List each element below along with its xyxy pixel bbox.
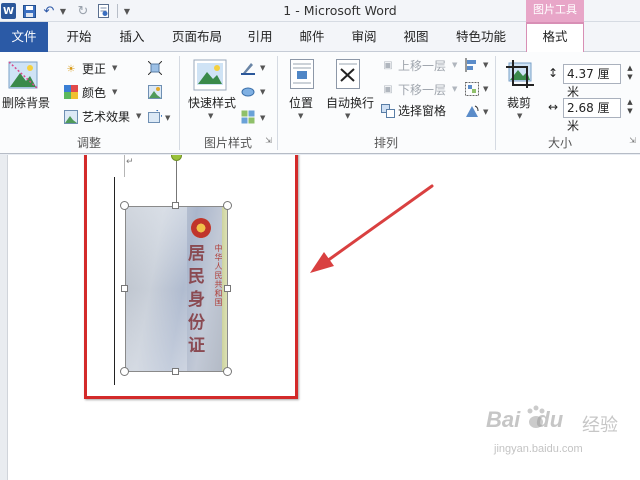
artistic-effects-dropdown-icon[interactable]: ▼ (136, 112, 141, 120)
send-backward-button[interactable]: 下移一层 (398, 81, 446, 98)
bring-forward-button[interactable]: 上移一层 (398, 57, 446, 74)
picture-border-icon[interactable] (241, 61, 255, 75)
position-button[interactable]: 位置 (289, 94, 313, 111)
save-icon[interactable] (22, 3, 36, 19)
tab-special-features[interactable]: 特色功能 (446, 22, 516, 52)
group-label-picture-styles: 图片样式 (203, 136, 252, 150)
wrap-text-icon[interactable] (334, 58, 362, 90)
selection-pane-button[interactable]: 选择窗格 (398, 102, 446, 119)
bring-forward-icon[interactable]: ▣ (381, 58, 395, 72)
picture-border-dropdown-icon[interactable]: ▼ (260, 64, 265, 72)
document-area[interactable]: ↵ 中华人民共和国 居民身份证 Bai du 经验 jingyan.baidu.c… (0, 155, 640, 480)
customize-qat-icon[interactable]: ▼ (122, 3, 132, 19)
title-bar: W ↶ ▼ ↻ ▼ 1 - Microsoft Word 图片工具 (0, 0, 640, 22)
watermark-logo: Bai du (486, 407, 563, 433)
crop-button[interactable]: 裁剪 (507, 94, 531, 111)
remove-background-icon[interactable] (8, 60, 38, 90)
color-icon[interactable] (64, 85, 78, 99)
picture-styles-dialog-launcher-icon[interactable]: ⇲ (264, 136, 273, 145)
quick-styles-icon[interactable] (192, 58, 228, 92)
watermark-url: jingyan.baidu.com (494, 443, 583, 455)
rotate-dropdown-icon[interactable]: ▼ (483, 108, 488, 116)
reset-picture-dropdown-icon[interactable]: ▼ (165, 114, 170, 122)
tab-insert[interactable]: 插入 (108, 22, 156, 52)
align-icon[interactable] (465, 58, 479, 72)
tab-format[interactable]: 格式 (526, 22, 584, 53)
picture-layout-icon[interactable] (241, 110, 255, 124)
color-dropdown-icon[interactable]: ▼ (112, 88, 117, 96)
artistic-effects-button[interactable]: 艺术效果 (82, 108, 130, 125)
bring-forward-dropdown-icon[interactable]: ▼ (452, 61, 457, 69)
quick-styles-button[interactable]: 快速样式 (188, 94, 236, 111)
tab-file[interactable]: 文件 (0, 22, 48, 52)
tab-references[interactable]: 引用 (238, 22, 282, 52)
window-title: 1 - Microsoft Word (283, 3, 397, 18)
qat-separator (117, 4, 118, 18)
corrections-icon[interactable]: ☀ (64, 62, 78, 76)
wrap-text-dropdown-icon[interactable]: ▼ (345, 112, 350, 120)
watermark-logo-bai: Bai (486, 407, 521, 432)
align-dropdown-icon[interactable]: ▼ (483, 61, 488, 69)
position-icon[interactable] (288, 58, 316, 90)
size-dialog-launcher-icon[interactable]: ⇲ (628, 136, 637, 145)
picture-tools-context-label: 图片工具 (526, 0, 584, 22)
wrap-text-button[interactable]: 自动换行 (326, 94, 374, 111)
width-field[interactable]: 2.68 厘米 (563, 98, 621, 133)
rotate-icon[interactable] (465, 104, 479, 118)
tab-home[interactable]: 开始 (54, 22, 104, 52)
word-app-icon[interactable]: W (1, 3, 16, 19)
change-picture-icon[interactable] (148, 85, 162, 99)
group-objects-icon[interactable] (465, 82, 479, 96)
picture-effects-dropdown-icon[interactable]: ▼ (260, 88, 265, 96)
tab-review[interactable]: 审阅 (342, 22, 386, 52)
vertical-scroll-strip (0, 155, 8, 480)
group-label-adjust: 调整 (76, 136, 101, 150)
group-objects-dropdown-icon[interactable]: ▼ (483, 85, 488, 93)
tab-view[interactable]: 视图 (394, 22, 438, 52)
height-stepper[interactable]: ▲ ▼ (625, 64, 635, 84)
annotation-arrow-icon (310, 184, 434, 273)
remove-background-button[interactable]: 删除背景 (2, 94, 50, 111)
picture-layout-dropdown-icon[interactable]: ▼ (260, 114, 265, 122)
group-label-arrange: 排列 (373, 136, 398, 150)
color-button[interactable]: 颜色 (82, 84, 106, 101)
quick-styles-dropdown-icon[interactable]: ▼ (208, 112, 213, 120)
selection-pane-icon[interactable] (381, 104, 395, 118)
send-backward-icon[interactable]: ▣ (381, 82, 395, 96)
print-preview-icon[interactable] (96, 3, 110, 19)
crop-icon[interactable] (505, 58, 535, 90)
width-stepper[interactable]: ▲ ▼ (625, 98, 635, 118)
undo-icon[interactable]: ↶ (42, 3, 56, 19)
repeat-icon[interactable]: ↻ (76, 3, 90, 19)
corrections-button[interactable]: 更正 (82, 60, 106, 77)
ribbon: 删除背景 ☀ 更正 ▼ 颜色 ▼ 艺术效果 ▼ ▼ 调整 快速样式 ▼ ▼ ▼ … (0, 52, 640, 154)
reset-picture-icon[interactable] (148, 110, 162, 124)
send-backward-dropdown-icon[interactable]: ▼ (452, 85, 457, 93)
undo-dropdown-icon[interactable]: ▼ (59, 3, 67, 19)
watermark-jingyan: 经验 (582, 415, 618, 436)
height-field[interactable]: 4.37 厘米 (563, 64, 621, 99)
artistic-effects-icon[interactable] (64, 110, 78, 124)
height-icon: ↕ (547, 66, 559, 80)
corrections-dropdown-icon[interactable]: ▼ (112, 64, 117, 72)
group-label-size: 大小 (547, 136, 572, 150)
crop-dropdown-icon[interactable]: ▼ (517, 112, 522, 120)
compress-pictures-icon[interactable] (148, 61, 162, 75)
width-icon: ↔ (547, 100, 559, 114)
ribbon-tab-bar: 文件 开始 插入 页面布局 引用 邮件 审阅 视图 特色功能 格式 (0, 22, 640, 53)
annotation-highlight-box (84, 155, 298, 399)
tab-mailings[interactable]: 邮件 (290, 22, 334, 52)
baidu-watermark: Bai du 经验 jingyan.baidu.com (486, 405, 636, 469)
position-dropdown-icon[interactable]: ▼ (298, 112, 303, 120)
watermark-paw-icon (527, 405, 545, 428)
picture-effects-icon[interactable] (241, 85, 255, 99)
tab-page-layout[interactable]: 页面布局 (164, 22, 230, 52)
